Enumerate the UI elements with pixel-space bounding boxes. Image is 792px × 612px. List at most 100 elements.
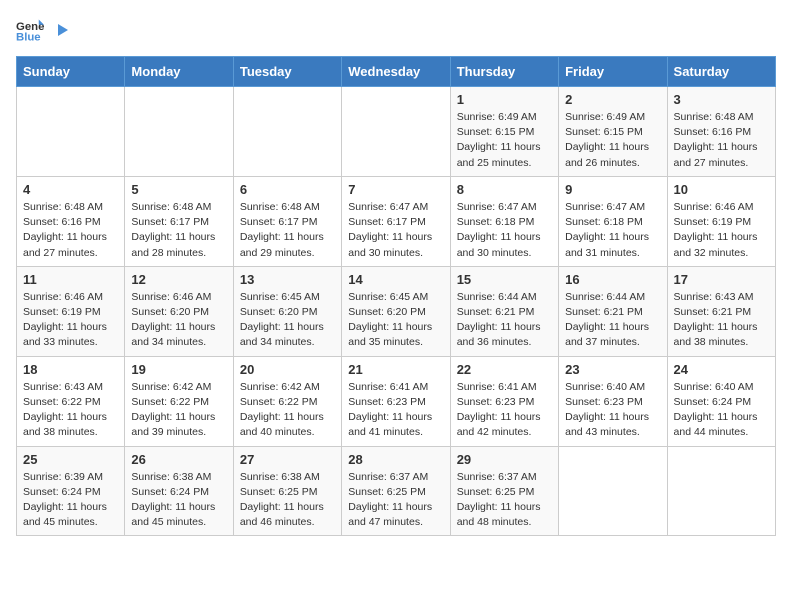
calendar-cell: 27Sunrise: 6:38 AMSunset: 6:25 PMDayligh…	[233, 446, 341, 536]
day-info: Sunrise: 6:43 AMSunset: 6:22 PMDaylight:…	[23, 380, 118, 441]
weekday-header-thursday: Thursday	[450, 57, 558, 87]
day-number: 2	[565, 92, 660, 107]
logo: General Blue	[16, 16, 70, 44]
calendar-cell: 25 Sunrise: 6:39 AMSunset: 6:24 PMDayligh…	[17, 446, 125, 536]
day-info: Sunrise: 6:39 AMSunset: 6:24 PMDaylight:…	[23, 470, 118, 531]
day-info: Sunrise: 6:49 AMSunset: 6:15 PMDaylight:…	[565, 110, 660, 171]
day-number: 22	[457, 362, 552, 377]
day-number: 19	[131, 362, 226, 377]
calendar-cell: 9Sunrise: 6:47 AMSunset: 6:18 PMDaylight…	[559, 176, 667, 266]
calendar-cell: 17 Sunrise: 6:43 AMSunset: 6:21 PMDayligh…	[667, 266, 775, 356]
calendar-body: 1Sunrise: 6:49 AMSunset: 6:15 PMDaylight…	[17, 87, 776, 536]
calendar-cell: 15 Sunrise: 6:44 AMSunset: 6:21 PMDayligh…	[450, 266, 558, 356]
day-info: Sunrise: 6:47 AMSunset: 6:18 PMDaylight:…	[457, 200, 552, 261]
day-number: 14	[348, 272, 443, 287]
day-number: 26	[131, 452, 226, 467]
calendar-week-row: 1Sunrise: 6:49 AMSunset: 6:15 PMDaylight…	[17, 87, 776, 177]
calendar-cell: 13 Sunrise: 6:45 AMSunset: 6:20 PMDayligh…	[233, 266, 341, 356]
day-number: 28	[348, 452, 443, 467]
weekday-header-sunday: Sunday	[17, 57, 125, 87]
day-info: Sunrise: 6:46 AMSunset: 6:19 PMDaylight:…	[23, 290, 118, 351]
day-number: 9	[565, 182, 660, 197]
page-header: General Blue	[16, 16, 776, 44]
weekday-header-wednesday: Wednesday	[342, 57, 450, 87]
calendar-header: SundayMondayTuesdayWednesdayThursdayFrid…	[17, 57, 776, 87]
day-info: Sunrise: 6:40 AMSunset: 6:23 PMDaylight:…	[565, 380, 660, 441]
calendar-cell: 21 Sunrise: 6:41 AMSunset: 6:23 PMDayligh…	[342, 356, 450, 446]
weekday-header-saturday: Saturday	[667, 57, 775, 87]
day-number: 25	[23, 452, 118, 467]
day-info: Sunrise: 6:42 AMSunset: 6:22 PMDaylight:…	[240, 380, 335, 441]
day-info: Sunrise: 6:44 AMSunset: 6:21 PMDaylight:…	[457, 290, 552, 351]
calendar-cell: 8 Sunrise: 6:47 AMSunset: 6:18 PMDaylight…	[450, 176, 558, 266]
calendar-cell: 16 Sunrise: 6:44 AMSunset: 6:21 PMDayligh…	[559, 266, 667, 356]
calendar-cell: 29Sunrise: 6:37 AMSunset: 6:25 PMDayligh…	[450, 446, 558, 536]
day-info: Sunrise: 6:41 AMSunset: 6:23 PMDaylight:…	[348, 380, 443, 441]
day-number: 24	[674, 362, 769, 377]
calendar-cell: 10 Sunrise: 6:46 AMSunset: 6:19 PMDayligh…	[667, 176, 775, 266]
calendar-cell: 11 Sunrise: 6:46 AMSunset: 6:19 PMDayligh…	[17, 266, 125, 356]
day-number: 13	[240, 272, 335, 287]
day-number: 21	[348, 362, 443, 377]
day-info: Sunrise: 6:37 AMSunset: 6:25 PMDaylight:…	[348, 470, 443, 531]
day-info: Sunrise: 6:43 AMSunset: 6:21 PMDaylight:…	[674, 290, 769, 351]
calendar-cell: 5 Sunrise: 6:48 AMSunset: 6:17 PMDaylight…	[125, 176, 233, 266]
day-number: 20	[240, 362, 335, 377]
day-number: 8	[457, 182, 552, 197]
day-info: Sunrise: 6:37 AMSunset: 6:25 PMDaylight:…	[457, 470, 552, 531]
calendar-cell: 26 Sunrise: 6:38 AMSunset: 6:24 PMDayligh…	[125, 446, 233, 536]
day-number: 4	[23, 182, 118, 197]
calendar-week-row: 4 Sunrise: 6:48 AMSunset: 6:16 PMDaylight…	[17, 176, 776, 266]
day-info: Sunrise: 6:48 AMSunset: 6:16 PMDaylight:…	[23, 200, 118, 261]
weekday-header-monday: Monday	[125, 57, 233, 87]
calendar-week-row: 18Sunrise: 6:43 AMSunset: 6:22 PMDayligh…	[17, 356, 776, 446]
calendar-cell	[559, 446, 667, 536]
calendar-cell: 19Sunrise: 6:42 AMSunset: 6:22 PMDayligh…	[125, 356, 233, 446]
logo-arrow-icon	[54, 22, 70, 38]
logo-icon: General Blue	[16, 16, 44, 44]
calendar-cell: 6Sunrise: 6:48 AMSunset: 6:17 PMDaylight…	[233, 176, 341, 266]
day-number: 17	[674, 272, 769, 287]
day-number: 10	[674, 182, 769, 197]
weekday-header-friday: Friday	[559, 57, 667, 87]
day-number: 3	[674, 92, 769, 107]
day-number: 27	[240, 452, 335, 467]
day-number: 6	[240, 182, 335, 197]
day-info: Sunrise: 6:40 AMSunset: 6:24 PMDaylight:…	[674, 380, 769, 441]
weekday-header-row: SundayMondayTuesdayWednesdayThursdayFrid…	[17, 57, 776, 87]
day-info: Sunrise: 6:46 AMSunset: 6:20 PMDaylight:…	[131, 290, 226, 351]
calendar-cell: 23Sunrise: 6:40 AMSunset: 6:23 PMDayligh…	[559, 356, 667, 446]
day-info: Sunrise: 6:48 AMSunset: 6:16 PMDaylight:…	[674, 110, 769, 171]
svg-text:Blue: Blue	[16, 32, 41, 44]
day-info: Sunrise: 6:46 AMSunset: 6:19 PMDaylight:…	[674, 200, 769, 261]
calendar-week-row: 25 Sunrise: 6:39 AMSunset: 6:24 PMDayligh…	[17, 446, 776, 536]
calendar-cell: 1Sunrise: 6:49 AMSunset: 6:15 PMDaylight…	[450, 87, 558, 177]
calendar-cell: 3 Sunrise: 6:48 AMSunset: 6:16 PMDaylight…	[667, 87, 775, 177]
calendar-cell: 18Sunrise: 6:43 AMSunset: 6:22 PMDayligh…	[17, 356, 125, 446]
day-info: Sunrise: 6:38 AMSunset: 6:24 PMDaylight:…	[131, 470, 226, 531]
day-number: 7	[348, 182, 443, 197]
calendar-cell: 2 Sunrise: 6:49 AMSunset: 6:15 PMDaylight…	[559, 87, 667, 177]
day-info: Sunrise: 6:49 AMSunset: 6:15 PMDaylight:…	[457, 110, 552, 171]
calendar-cell	[342, 87, 450, 177]
day-number: 5	[131, 182, 226, 197]
day-number: 16	[565, 272, 660, 287]
calendar-cell: 12 Sunrise: 6:46 AMSunset: 6:20 PMDayligh…	[125, 266, 233, 356]
day-info: Sunrise: 6:48 AMSunset: 6:17 PMDaylight:…	[131, 200, 226, 261]
calendar-cell	[125, 87, 233, 177]
day-info: Sunrise: 6:41 AMSunset: 6:23 PMDaylight:…	[457, 380, 552, 441]
calendar-cell: 4 Sunrise: 6:48 AMSunset: 6:16 PMDaylight…	[17, 176, 125, 266]
day-number: 11	[23, 272, 118, 287]
calendar-cell	[17, 87, 125, 177]
calendar-table: SundayMondayTuesdayWednesdayThursdayFrid…	[16, 56, 776, 536]
day-info: Sunrise: 6:44 AMSunset: 6:21 PMDaylight:…	[565, 290, 660, 351]
day-info: Sunrise: 6:45 AMSunset: 6:20 PMDaylight:…	[240, 290, 335, 351]
calendar-week-row: 11 Sunrise: 6:46 AMSunset: 6:19 PMDayligh…	[17, 266, 776, 356]
calendar-cell: 24 Sunrise: 6:40 AMSunset: 6:24 PMDayligh…	[667, 356, 775, 446]
day-info: Sunrise: 6:47 AMSunset: 6:17 PMDaylight:…	[348, 200, 443, 261]
day-number: 12	[131, 272, 226, 287]
day-number: 15	[457, 272, 552, 287]
weekday-header-tuesday: Tuesday	[233, 57, 341, 87]
calendar-cell: 28 Sunrise: 6:37 AMSunset: 6:25 PMDayligh…	[342, 446, 450, 536]
calendar-cell: 7 Sunrise: 6:47 AMSunset: 6:17 PMDaylight…	[342, 176, 450, 266]
